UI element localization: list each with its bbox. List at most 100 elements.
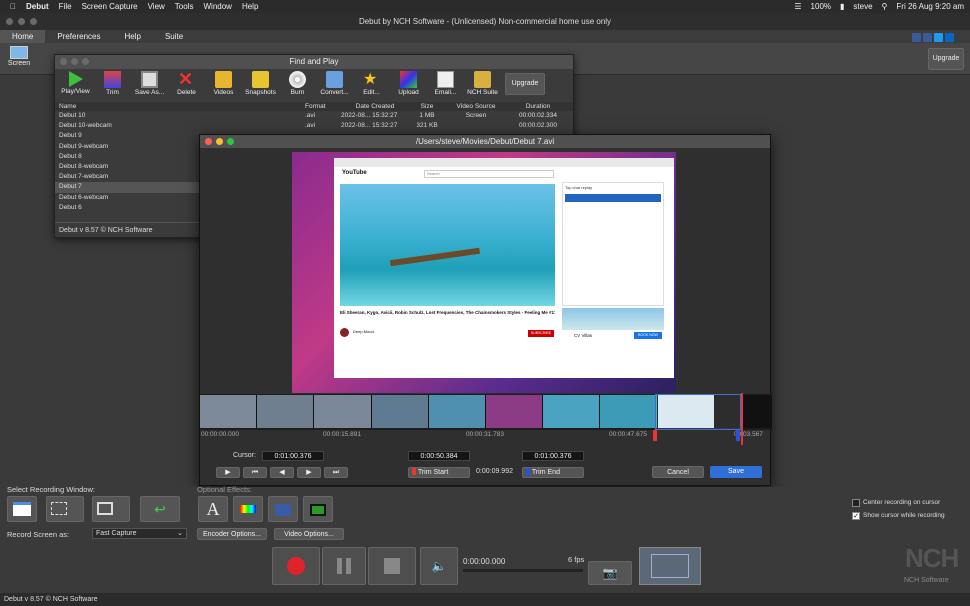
- videos-button[interactable]: Videos: [205, 71, 242, 101]
- battery-level[interactable]: 100%: [811, 2, 831, 11]
- menu-screen-capture[interactable]: Screen Capture: [82, 2, 138, 11]
- tab-preferences[interactable]: Preferences: [45, 30, 112, 43]
- skip-to-start-button[interactable]: ⏮: [243, 467, 267, 478]
- stop-button[interactable]: [368, 547, 416, 585]
- trim-end-button[interactable]: Trim End: [522, 467, 584, 478]
- col-name[interactable]: Name: [55, 102, 305, 111]
- play-view-button[interactable]: Play/View: [57, 71, 94, 101]
- player-minimize-button[interactable]: [216, 138, 223, 145]
- select-region-button[interactable]: [46, 496, 84, 522]
- upload-button[interactable]: Upload: [390, 71, 427, 101]
- wifi-icon[interactable]: ☰: [794, 2, 801, 11]
- encoder-options-button[interactable]: Encoder Options...: [197, 528, 267, 540]
- step-forward-button[interactable]: ▶: [297, 467, 321, 478]
- apple-icon[interactable]: : [10, 2, 16, 11]
- player-zoom-button[interactable]: [227, 138, 234, 145]
- caption-effect-button[interactable]: [303, 496, 333, 522]
- menu-tools[interactable]: Tools: [175, 2, 194, 11]
- search-icon[interactable]: ⚲: [882, 2, 888, 11]
- record-format-select[interactable]: Fast Capture ⌄: [92, 528, 187, 539]
- player-close-button[interactable]: [205, 138, 212, 145]
- file-size: 321 KB: [416, 122, 438, 130]
- save-as-button[interactable]: Save As...: [131, 71, 168, 101]
- cancel-button[interactable]: Cancel: [652, 466, 704, 478]
- trim-end-marker[interactable]: [736, 430, 740, 441]
- menu-help[interactable]: Help: [242, 2, 258, 11]
- trim-end-time-field[interactable]: 0:01:00.376: [522, 451, 584, 461]
- center-recording-checkbox[interactable]: [852, 499, 860, 507]
- delete-button[interactable]: ✕ Delete: [168, 70, 205, 101]
- menu-window[interactable]: Window: [203, 2, 231, 11]
- timeline-ruler[interactable]: 00:00:00.000 00:00:15.891 00:00:31.783 0…: [200, 430, 772, 442]
- find-close-button[interactable]: [60, 58, 67, 65]
- timeline-thumbnail: [314, 395, 372, 428]
- find-zoom-button[interactable]: [82, 58, 89, 65]
- text-effect-button[interactable]: A: [198, 496, 228, 522]
- trim-start-flag-icon: [412, 468, 416, 475]
- find-minimize-button[interactable]: [71, 58, 78, 65]
- trim-start-button[interactable]: Trim Start: [408, 467, 470, 478]
- pause-icon: [337, 558, 351, 574]
- col-duration[interactable]: Duration: [507, 102, 569, 111]
- trim-button[interactable]: Trim: [94, 71, 131, 101]
- fullscreen-button[interactable]: [92, 496, 130, 522]
- folder-snapshot-icon: [252, 71, 269, 88]
- minimize-window-button[interactable]: [18, 18, 25, 25]
- video-effect-button[interactable]: [268, 496, 298, 522]
- app-titlebar: Debut by NCH Software - (Unlicensed) Non…: [0, 13, 970, 30]
- zoom-window-button[interactable]: [30, 18, 37, 25]
- floppy-icon: [141, 71, 158, 88]
- timeline-thumbnail: [257, 395, 315, 428]
- snapshot-button[interactable]: 📷: [588, 561, 632, 585]
- burn-button[interactable]: Burn: [279, 71, 316, 101]
- email-button[interactable]: Email...: [427, 71, 464, 101]
- twitter-icon[interactable]: [934, 33, 943, 42]
- menu-file[interactable]: File: [59, 2, 72, 11]
- preview-thumbnail[interactable]: [639, 547, 701, 585]
- tab-home[interactable]: Home: [0, 30, 46, 43]
- col-format[interactable]: Format: [305, 102, 341, 111]
- file-row[interactable]: Debut 10 .avi 2022-08... 15:32:27 1 MB Scree…: [55, 111, 573, 121]
- skip-to-end-button[interactable]: ⏭: [324, 467, 348, 478]
- save-button[interactable]: Save: [710, 466, 762, 478]
- col-source[interactable]: Video Source: [445, 102, 507, 111]
- screen-button[interactable]: Screen: [6, 46, 32, 67]
- battery-icon[interactable]: ▮: [840, 2, 844, 11]
- color-effect-button[interactable]: [233, 496, 263, 522]
- show-cursor-checkbox[interactable]: ✓: [852, 512, 860, 520]
- user-name[interactable]: steve: [853, 2, 872, 11]
- col-date[interactable]: Date Created: [341, 102, 409, 111]
- snapshots-button[interactable]: Snapshots: [242, 71, 279, 101]
- menu-view[interactable]: View: [148, 2, 165, 11]
- previous-region-button[interactable]: ↩: [140, 496, 180, 522]
- video-options-button[interactable]: Video Options...: [274, 528, 344, 540]
- volume-button[interactable]: 🔈: [420, 547, 458, 585]
- time-tick-3: 00:00:47.675: [609, 431, 647, 438]
- record-button[interactable]: [272, 547, 320, 585]
- toolbar-upgrade-button[interactable]: Upgrade: [928, 48, 964, 70]
- facebook-icon[interactable]: [923, 33, 932, 42]
- trim-start-marker[interactable]: [653, 430, 657, 441]
- video-frame[interactable]: YouTube Search Eli Sheeran, Kygo, Avicii…: [292, 152, 676, 393]
- nch-suite-button[interactable]: NCH Suite: [464, 71, 501, 101]
- trim-start-time-field[interactable]: 0:00:50.384: [408, 451, 470, 461]
- menu-app[interactable]: Debut: [26, 2, 49, 11]
- trim-selection[interactable]: [655, 394, 741, 430]
- play-button[interactable]: ▶: [216, 467, 240, 478]
- like-icon[interactable]: [912, 33, 921, 42]
- disc-icon: [289, 71, 306, 88]
- edit-button[interactable]: ★ Edit...: [353, 71, 390, 101]
- linkedin-icon[interactable]: [945, 33, 954, 42]
- select-window-button[interactable]: [7, 496, 37, 522]
- file-row[interactable]: Debut 10-webcam .avi 2022-08... 15:32:27 32…: [55, 121, 573, 131]
- tab-help[interactable]: Help: [112, 30, 152, 43]
- tab-suite[interactable]: Suite: [153, 30, 195, 43]
- cursor-time-field[interactable]: 0:01:00.376: [262, 451, 324, 461]
- datetime[interactable]: Fri 26 Aug 9:20 am: [896, 2, 964, 11]
- col-size[interactable]: Size: [409, 102, 445, 111]
- close-window-button[interactable]: [6, 18, 13, 25]
- step-back-button[interactable]: ◀: [270, 467, 294, 478]
- find-upgrade-button[interactable]: Upgrade: [505, 73, 545, 95]
- pause-button[interactable]: [322, 547, 366, 585]
- convert-button[interactable]: Convert...: [316, 71, 353, 101]
